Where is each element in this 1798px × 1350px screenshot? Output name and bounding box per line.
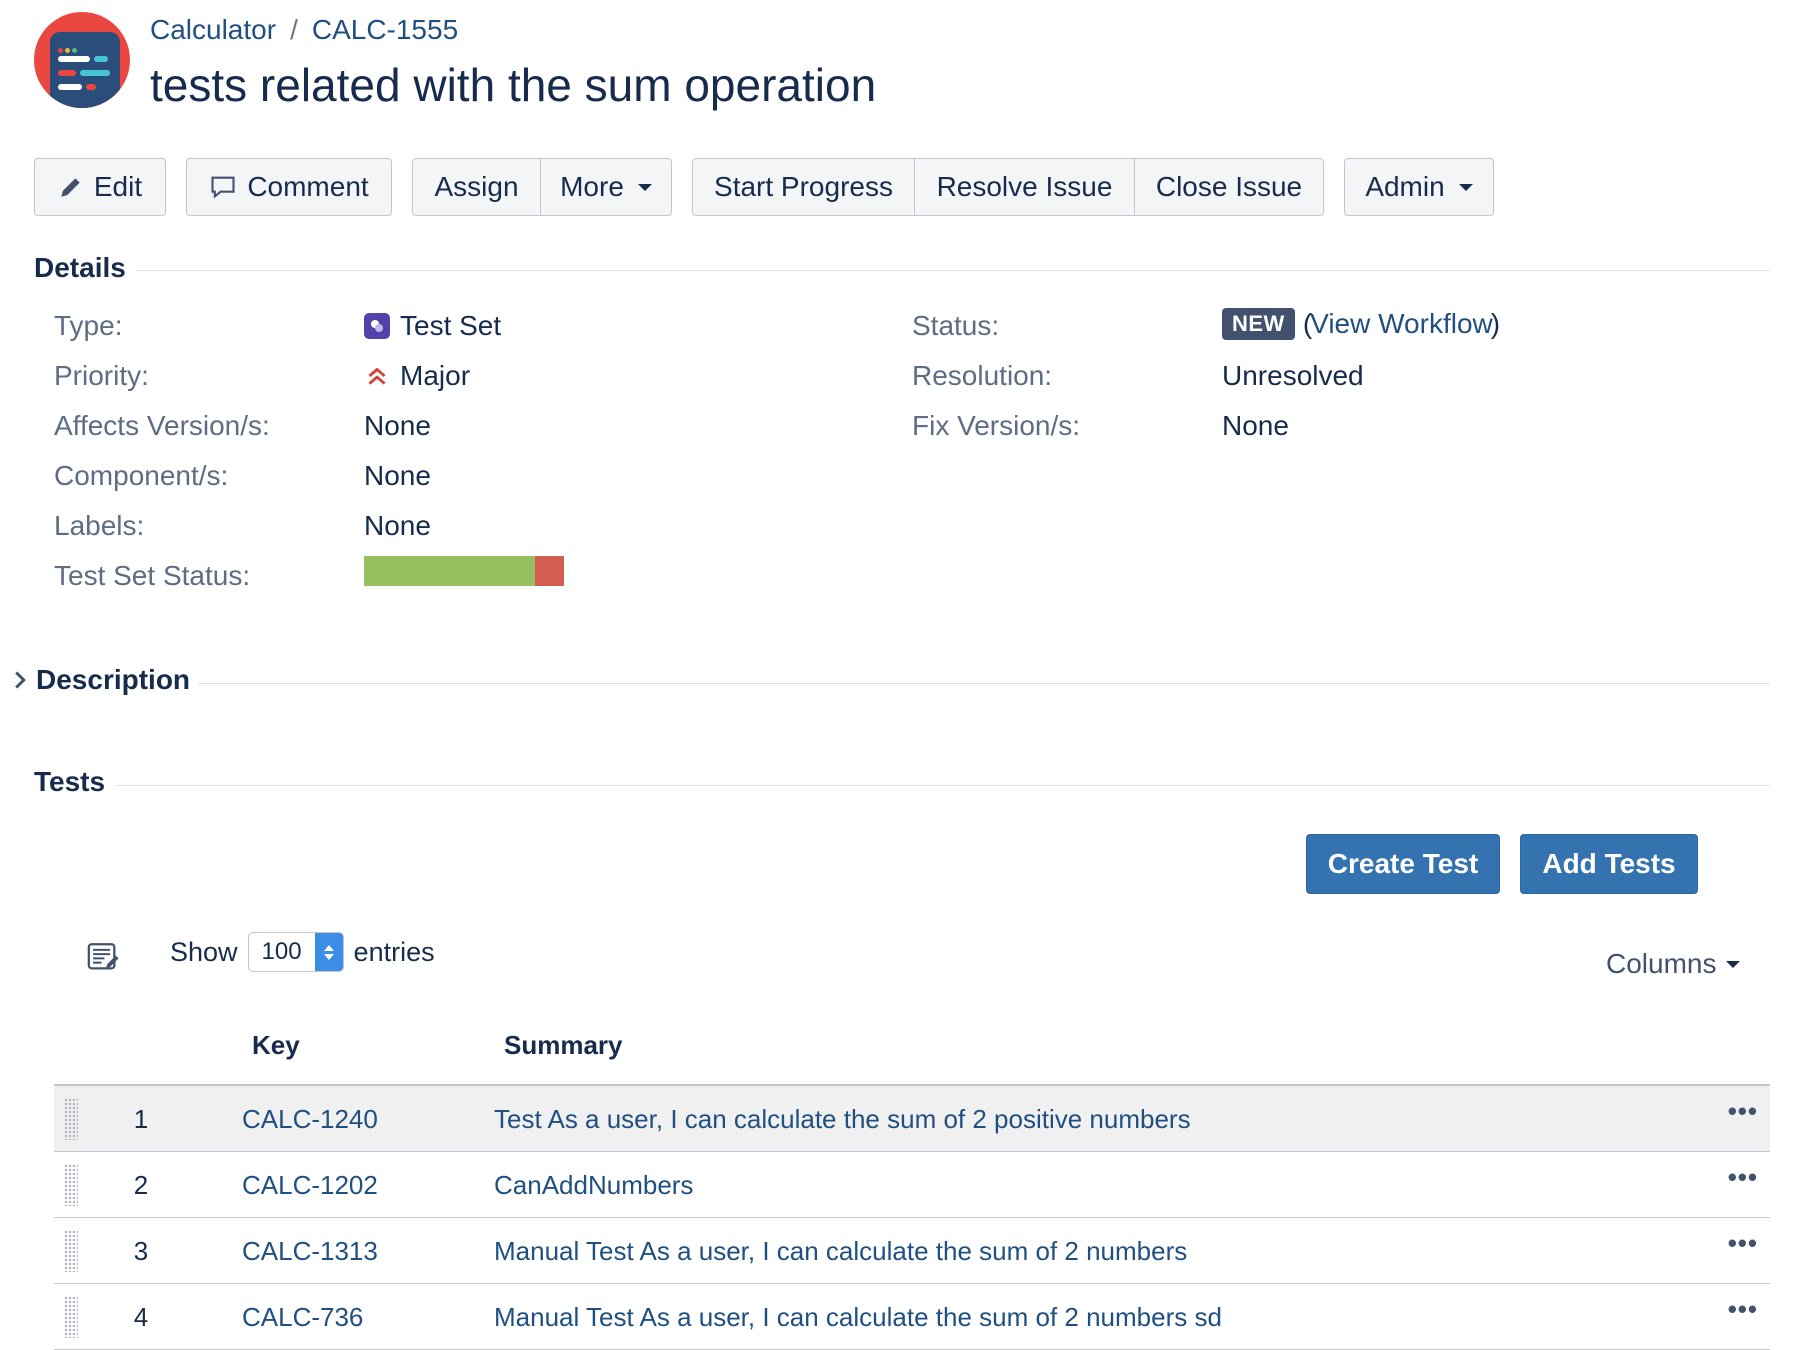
priority-major-icon (368, 367, 386, 385)
tests-divider (116, 785, 1770, 786)
more-label: More (560, 171, 624, 202)
table-row[interactable]: 1 CALC-1240 Test As a user, I can calculat… (54, 1086, 1770, 1152)
tests-heading[interactable]: Tests (34, 766, 105, 798)
row-actions-icon[interactable]: ••• (1728, 1162, 1758, 1193)
test-key-link[interactable]: CALC-1202 (242, 1170, 378, 1201)
create-test-button[interactable]: Create Test (1306, 834, 1500, 894)
labels-label: Labels: (54, 510, 145, 541)
admin-button[interactable]: Admin (1344, 158, 1494, 216)
drag-handle-icon[interactable] (64, 1230, 78, 1272)
test-summary-link[interactable]: Test As a user, I can calculate the sum … (494, 1104, 1191, 1135)
type-value: Test Set (364, 310, 501, 342)
status-badge: NEW (1222, 308, 1295, 340)
status-value: NEW (View Workflow) (1222, 308, 1500, 340)
select-spinner-icon (314, 933, 343, 971)
component-label: Component/s: (54, 460, 229, 491)
table-row[interactable]: 3 CALC-1313 Manual Test As a user, I can c… (54, 1218, 1770, 1284)
chevron-down-icon (1726, 960, 1741, 968)
list-edit-icon[interactable] (86, 940, 120, 974)
admin-label: Admin (1365, 171, 1445, 202)
row-number: 3 (133, 1236, 149, 1266)
details-heading[interactable]: Details (34, 252, 126, 284)
entries-select[interactable]: 100 (247, 932, 344, 972)
test-set-icon (364, 313, 390, 339)
edit-label: Edit (93, 171, 143, 202)
type-text: Test Set (400, 310, 502, 341)
project-avatar[interactable] (34, 12, 130, 108)
row-actions-icon[interactable]: ••• (1728, 1096, 1758, 1127)
start-progress-button[interactable]: Start Progress (693, 159, 915, 215)
columns-button[interactable]: Columns (1606, 948, 1741, 980)
column-header-summary[interactable]: Summary (504, 1030, 623, 1061)
affects-version-value: None (364, 410, 431, 441)
test-summary-link[interactable]: CanAddNumbers (494, 1170, 693, 1201)
description-heading-text: Description (36, 664, 191, 695)
drag-handle-icon[interactable] (64, 1164, 78, 1206)
test-summary-link[interactable]: Manual Test As a user, I can calculate t… (494, 1236, 1187, 1267)
details-divider (136, 270, 1770, 271)
test-key-link[interactable]: CALC-736 (242, 1302, 363, 1333)
assign-button[interactable]: Assign (413, 159, 541, 215)
breadcrumb-project-link[interactable]: Calculator (150, 14, 276, 45)
test-summary-link[interactable]: Manual Test As a user, I can calculate t… (494, 1302, 1222, 1333)
status-bar-pass (364, 556, 536, 586)
close-issue-button[interactable]: Close Issue (1135, 159, 1323, 215)
priority-label: Priority: (54, 360, 149, 391)
status-label: Status: (912, 310, 1000, 341)
entries-select-value: 100 (261, 938, 302, 965)
description-divider (198, 683, 1770, 684)
drag-handle-icon[interactable] (64, 1098, 78, 1140)
resolve-issue-button[interactable]: Resolve Issue (915, 159, 1135, 215)
workflow-paren-close: ) (1490, 308, 1501, 339)
chevron-down-icon (1458, 183, 1473, 191)
chevron-down-icon (637, 183, 652, 191)
comment-button[interactable]: Comment (186, 158, 392, 216)
breadcrumb-issue-link[interactable]: CALC-1555 (312, 14, 458, 45)
chevron-right-icon (15, 671, 26, 689)
breadcrumb: Calculator / CALC-1555 (150, 14, 458, 46)
entries-label: entries (353, 936, 435, 967)
row-number: 4 (133, 1302, 149, 1332)
columns-label: Columns (1606, 948, 1717, 979)
comment-icon (211, 176, 235, 199)
more-button[interactable]: More (541, 159, 671, 215)
priority-value: Major (364, 360, 470, 392)
priority-text: Major (400, 360, 471, 391)
labels-value: None (364, 510, 431, 541)
fix-version-value: None (1222, 410, 1289, 441)
resolution-value: Unresolved (1222, 360, 1364, 391)
row-number: 1 (133, 1104, 149, 1134)
workflow-group: Start Progress Resolve Issue Close Issue (692, 158, 1324, 216)
row-actions-icon[interactable]: ••• (1728, 1228, 1758, 1259)
comment-label: Comment (247, 171, 369, 202)
status-bar-fail (535, 556, 564, 586)
table-row[interactable]: 2 CALC-1202 CanAddNumbers ••• (54, 1152, 1770, 1218)
row-actions-icon[interactable]: ••• (1728, 1294, 1758, 1325)
test-key-link[interactable]: CALC-1240 (242, 1104, 378, 1135)
test-set-status-bar[interactable] (364, 556, 564, 586)
component-value: None (364, 460, 431, 491)
description-heading[interactable]: Description (12, 664, 190, 696)
breadcrumb-separator: / (290, 14, 298, 45)
table-row[interactable]: 4 CALC-736 Manual Test As a user, I can ca… (54, 1284, 1770, 1350)
assign-more-group: Assign More (412, 158, 672, 216)
add-tests-button[interactable]: Add Tests (1520, 834, 1698, 894)
view-workflow-link[interactable]: View Workflow (1310, 308, 1493, 340)
test-key-link[interactable]: CALC-1313 (242, 1236, 378, 1267)
pencil-icon (61, 178, 80, 197)
show-label: Show (170, 936, 238, 967)
affects-version-label: Affects Version/s: (54, 410, 270, 441)
test-set-status-label: Test Set Status: (54, 560, 251, 591)
entries-control: Show 100 entries (170, 932, 435, 972)
drag-handle-icon[interactable] (64, 1296, 78, 1338)
row-number: 2 (133, 1170, 149, 1200)
column-header-key[interactable]: Key (252, 1030, 300, 1061)
resolution-label: Resolution: (912, 360, 1053, 391)
type-label: Type: (54, 310, 123, 341)
fix-version-label: Fix Version/s: (912, 410, 1081, 441)
edit-button[interactable]: Edit (34, 158, 166, 216)
page-title[interactable]: tests related with the sum operation (150, 58, 876, 112)
